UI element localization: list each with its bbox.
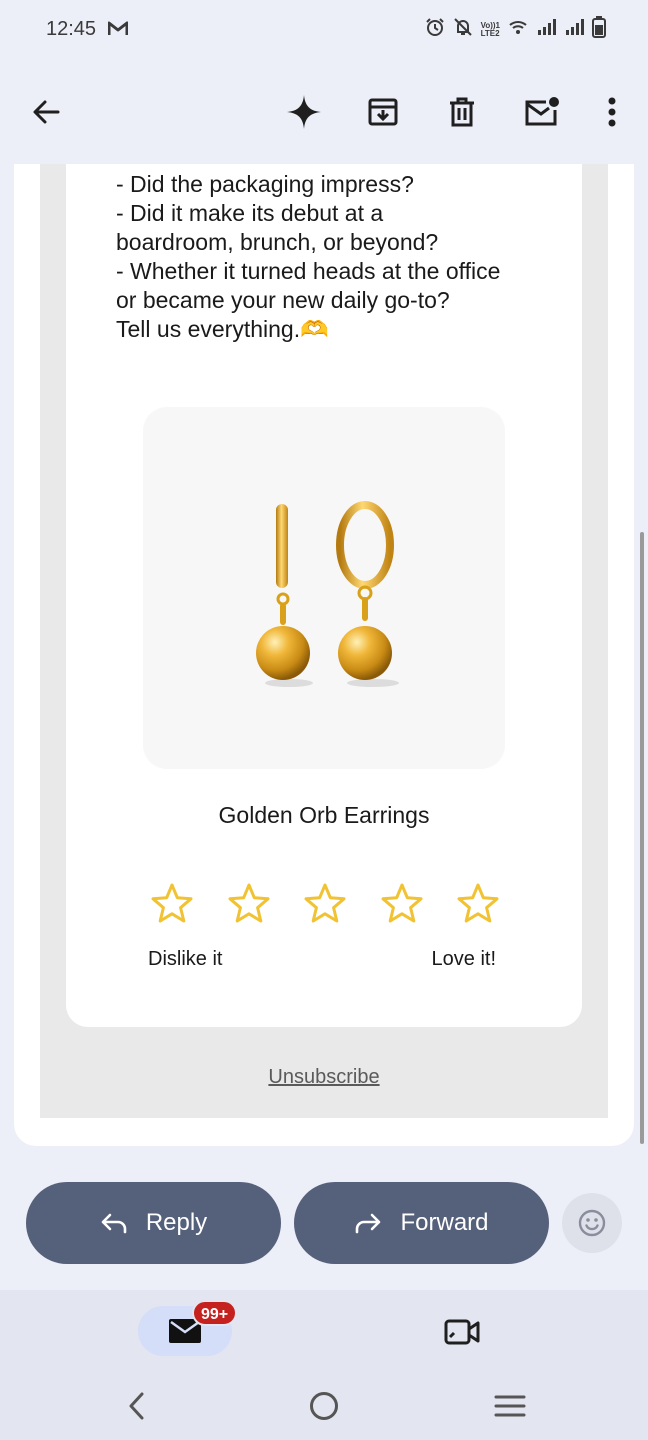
gmail-m-icon	[107, 20, 129, 41]
gold-earrings-illustration	[256, 501, 399, 687]
recents-back-icon	[129, 1392, 144, 1420]
body-line: Tell us everything.🫶	[116, 316, 329, 342]
bell-off-icon	[453, 17, 473, 42]
rating-stars	[150, 882, 500, 930]
archive-icon[interactable]	[361, 90, 405, 134]
home-icon	[310, 1392, 338, 1420]
scrollbar[interactable]	[640, 532, 644, 1144]
email-message-text: - Did the packaging impress? - Did it ma…	[116, 170, 556, 344]
product-name[interactable]: Golden Orb Earrings	[66, 802, 582, 829]
system-back-button[interactable]	[112, 1384, 162, 1428]
status-bar: 12:45 Vo))1 LTE2	[0, 0, 648, 60]
unsubscribe-link[interactable]: Unsubscribe	[14, 1066, 634, 1089]
status-icons: Vo))1 LTE2	[425, 16, 606, 43]
body-line: - Whether it turned heads at the office	[116, 258, 501, 284]
forward-label: Forward	[400, 1209, 489, 1236]
back-arrow-icon[interactable]	[24, 90, 68, 134]
product-image[interactable]	[143, 407, 505, 769]
body-line: - Did the packaging impress?	[116, 171, 414, 197]
trash-icon[interactable]	[440, 90, 484, 134]
rating-low-label: Dislike it	[148, 948, 223, 970]
network-label: Vo))1 LTE2	[480, 20, 500, 38]
status-time: 12:45	[46, 18, 97, 40]
star-icon[interactable]	[227, 882, 271, 926]
body-line: or became your new daily go-to?	[116, 287, 450, 313]
meet-tab[interactable]	[440, 1312, 484, 1352]
star-icon[interactable]	[303, 882, 347, 926]
mark-unread-icon[interactable]	[520, 90, 564, 134]
meet-video-icon	[444, 1319, 480, 1345]
body-line: boardroom, brunch, or beyond?	[116, 229, 439, 255]
battery-icon	[592, 16, 606, 43]
gemini-sparkle-icon[interactable]	[282, 90, 326, 134]
alarm-icon	[425, 17, 445, 42]
star-icon[interactable]	[150, 882, 194, 926]
reply-label: Reply	[145, 1209, 208, 1236]
menu-icon	[494, 1395, 526, 1417]
more-vert-icon[interactable]	[590, 90, 634, 134]
unread-count-badge: 99+	[192, 1300, 238, 1326]
star-icon[interactable]	[380, 882, 424, 926]
forward-button[interactable]: Forward	[294, 1182, 549, 1264]
reply-icon	[101, 1213, 127, 1234]
email-body[interactable]: - Did the packaging impress? - Did it ma…	[14, 164, 634, 1146]
email-background: - Did the packaging impress? - Did it ma…	[40, 164, 608, 1118]
bottom-navigation: 99+	[0, 1290, 648, 1440]
signal-icon	[536, 18, 556, 41]
body-line: - Did it make its debut at a	[116, 200, 384, 226]
emoji-reaction-icon	[578, 1209, 606, 1237]
signal-icon	[564, 18, 584, 41]
reply-button[interactable]: Reply	[26, 1182, 281, 1264]
system-menu-button[interactable]	[485, 1384, 535, 1428]
forward-icon	[356, 1213, 381, 1234]
star-icon[interactable]	[456, 882, 500, 926]
wifi-icon	[508, 18, 528, 41]
system-home-button[interactable]	[299, 1384, 349, 1428]
email-toolbar	[0, 60, 648, 164]
rating-high-label: Love it!	[431, 948, 496, 970]
review-card: - Did the packaging impress? - Did it ma…	[66, 164, 582, 1027]
emoji-reaction-button[interactable]	[562, 1193, 622, 1253]
